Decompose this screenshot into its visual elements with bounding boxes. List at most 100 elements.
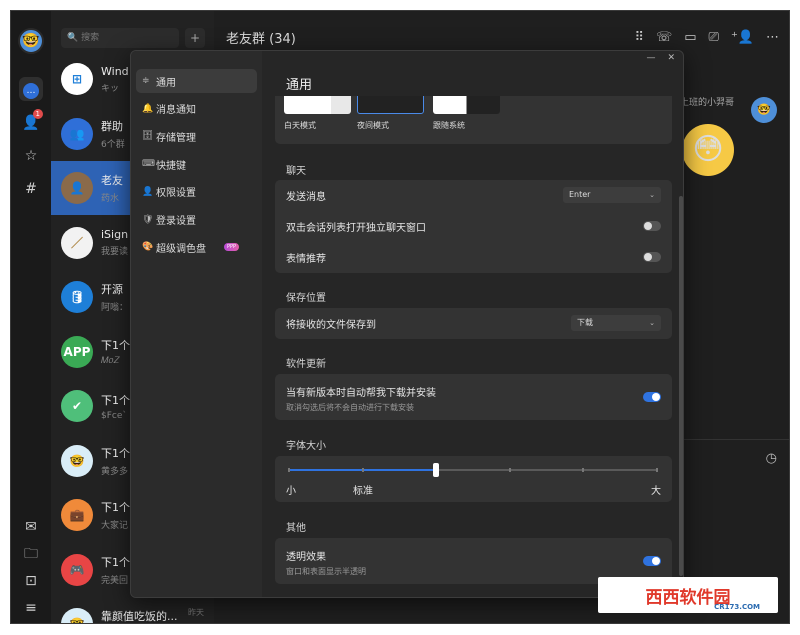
settings-menu: ≑ 通用 🔔 消息通知 🗄 存储管理 ⌨ 快捷键 👤 权限设置 🛡 登录设置 🎨 超级调色盘 PPP xyxy=(131,51,262,597)
chat-title: 老友群 (34) xyxy=(226,32,296,47)
font-standard-label: 标准 xyxy=(353,486,373,497)
settings-scrollbar[interactable] xyxy=(679,196,683,576)
menu-icon[interactable]: ≡ xyxy=(19,596,43,620)
chat-avatar: 🤓 xyxy=(61,608,93,623)
auto-update-toggle[interactable] xyxy=(643,392,661,402)
settings-menu-item[interactable]: 👤 权限设置 xyxy=(136,180,257,204)
dblclick-label: 双击会话列表打开独立聊天窗口 xyxy=(286,223,426,234)
save-location-select[interactable]: 下载 ⌄ xyxy=(571,315,661,331)
menu-item-label: 消息通知 xyxy=(156,105,196,117)
watermark-url: CR173.COM xyxy=(714,603,760,611)
transparent-toggle[interactable] xyxy=(643,556,661,566)
menu-item-label: 登录设置 xyxy=(156,216,196,227)
chevron-down-icon: ⌄ xyxy=(649,191,655,199)
slider-handle[interactable] xyxy=(433,463,440,477)
add-member-icon[interactable]: ⁺👤 xyxy=(731,30,754,45)
history-icon[interactable]: ◷ xyxy=(766,451,777,466)
transparent-row: 透明效果 窗口和表面显示半透明 xyxy=(275,545,672,579)
update-section-title: 软件更新 xyxy=(286,359,326,370)
apps-icon[interactable]: ⠿ xyxy=(634,30,644,45)
chevron-down-icon: ⌄ xyxy=(649,319,655,327)
transparent-label: 透明效果 xyxy=(286,551,326,563)
chat-avatar: 🤓 xyxy=(61,444,93,477)
auto-update-sub: 取消勾选后将不会自动进行下载安装 xyxy=(286,402,414,412)
send-message-row: 发送消息 Enter ⌄ xyxy=(275,180,672,211)
messages-icon[interactable]: … xyxy=(19,77,43,101)
search-input[interactable]: 🔍 搜索 xyxy=(61,28,179,48)
dblclick-toggle[interactable] xyxy=(643,221,661,231)
settings-menu-item[interactable]: 🛡 登录设置 xyxy=(136,208,257,232)
chat-list-item[interactable]: 🤓 靠颜值吃饭的...[图片]昨天 xyxy=(51,597,214,623)
bookmark-icon[interactable]: ⊡ xyxy=(19,569,43,593)
contacts-icon[interactable]: 👤 1 xyxy=(19,109,43,135)
favorites-icon[interactable]: ☆ xyxy=(19,144,43,168)
other-section-title: 其他 xyxy=(286,523,306,534)
save-card: 将接收的文件保存到 下载 ⌄ xyxy=(275,308,672,339)
chat-text: 靠颜值吃饭的...[图片] xyxy=(101,608,201,623)
emoji-toggle[interactable] xyxy=(643,252,661,262)
toggle-knob xyxy=(652,557,660,565)
settings-menu-item[interactable]: ⌨ 快捷键 xyxy=(136,152,257,176)
chat-avatar: APP xyxy=(61,335,93,368)
watermark-logo: 西西软件园 CR173.COM xyxy=(598,577,778,613)
menu-item-icon: 🎨 xyxy=(142,242,154,253)
dialog-controls: — ✕ xyxy=(646,53,675,63)
emoji-label: 表情推荐 xyxy=(286,254,326,265)
chat-name: 靠颜值吃饭的... xyxy=(101,610,178,623)
app-window: — ☐ ✕ 🤓 … 👤1 ☆ # ✉ 🗀 ⊡ ≡ 🔍 搜索 + ⊞Windキッ👥… xyxy=(10,10,790,624)
slider-tick xyxy=(361,468,364,472)
theme-dark-label: 夜间模式 xyxy=(357,121,389,130)
chat-time: 昨天 xyxy=(188,608,204,617)
channels-icon[interactable]: # xyxy=(19,177,43,201)
slider-tick xyxy=(656,468,658,472)
call-icon[interactable]: ☏ xyxy=(656,30,672,45)
auto-update-row: 当有新版本时自动帮我下载并安装 取消勾选后将不会自动进行下载安装 xyxy=(275,381,672,415)
menu-item-icon: 👤 xyxy=(142,186,154,197)
menu-item-icon: 🛡 xyxy=(142,214,154,225)
share-screen-icon[interactable]: ⎚ xyxy=(709,30,719,45)
menu-item-label: 通用 xyxy=(156,77,176,89)
sender-avatar[interactable]: 🤓 xyxy=(751,97,777,123)
theme-system-preview[interactable] xyxy=(433,96,500,114)
menu-item-label: 超级调色盘 xyxy=(156,243,206,255)
slider-tick xyxy=(508,468,511,472)
chat-toolbar: ⠿ ☏ ▭ ⎚ ⁺👤 ⋯ xyxy=(634,30,779,45)
theme-light-preview[interactable] xyxy=(284,96,351,114)
menu-item-label: 快捷键 xyxy=(156,160,186,172)
font-small-label: 小 xyxy=(286,486,296,497)
dialog-minimize-icon[interactable]: — xyxy=(646,53,655,63)
chat-section-title: 聊天 xyxy=(286,166,306,177)
settings-dialog: ≑ 通用 🔔 消息通知 🗄 存储管理 ⌨ 快捷键 👤 权限设置 🛡 登录设置 🎨 超级调色盘 PPP — ✕… xyxy=(130,50,684,598)
more-icon[interactable]: ⋯ xyxy=(766,30,779,45)
settings-menu-item[interactable]: 🔔 消息通知 xyxy=(136,97,257,121)
chat-avatar: 🎮 xyxy=(61,553,93,586)
mail-icon[interactable]: ✉ xyxy=(19,515,43,539)
slider-tick xyxy=(582,468,585,472)
menu-item-icon: 🗄 xyxy=(142,131,154,142)
user-avatar[interactable]: 🤓 xyxy=(18,28,44,54)
dialog-close-icon[interactable]: ✕ xyxy=(667,53,675,63)
folder-icon[interactable]: 🗀 xyxy=(19,542,43,566)
menu-item-label: 权限设置 xyxy=(156,188,196,200)
auto-update-label: 当有新版本时自动帮我下载并安装 xyxy=(286,387,436,399)
settings-menu-item[interactable]: 🗄 存储管理 xyxy=(136,124,257,148)
menu-item-icon: ⌨ xyxy=(142,159,155,170)
chat-avatar: 👥 xyxy=(61,117,93,150)
theme-dark-preview[interactable] xyxy=(357,96,424,114)
nav-rail: 🤓 … 👤 1 ☆ # ✉ 🗀 ⊡ ≡ xyxy=(11,11,51,623)
settings-menu-item[interactable]: 🎨 超级调色盘 PPP xyxy=(136,235,257,259)
settings-content: 白天模式 夜间模式 跟随系统 聊天 发送消息 Enter ⌄ 双击会话列表打开独立… xyxy=(262,96,683,597)
video-icon[interactable]: ▭ xyxy=(684,30,696,45)
font-size-slider[interactable] xyxy=(288,463,658,477)
settings-menu-item[interactable]: ≑ 通用 xyxy=(136,69,257,93)
add-button[interactable]: + xyxy=(185,28,205,48)
send-message-select[interactable]: Enter ⌄ xyxy=(563,187,661,203)
chat-avatar: ⊞ xyxy=(61,63,93,95)
chat-card: 发送消息 Enter ⌄ 双击会话列表打开独立聊天窗口 表情推荐 xyxy=(275,180,672,273)
send-message-value: Enter xyxy=(569,190,591,199)
settings-title: 通用 xyxy=(286,78,313,93)
save-section-title: 保存位置 xyxy=(286,293,326,304)
chat-avatar: 💼 xyxy=(61,499,93,531)
theme-light-label: 白天模式 xyxy=(284,121,316,130)
theme-card: 白天模式 夜间模式 跟随系统 xyxy=(275,96,672,144)
